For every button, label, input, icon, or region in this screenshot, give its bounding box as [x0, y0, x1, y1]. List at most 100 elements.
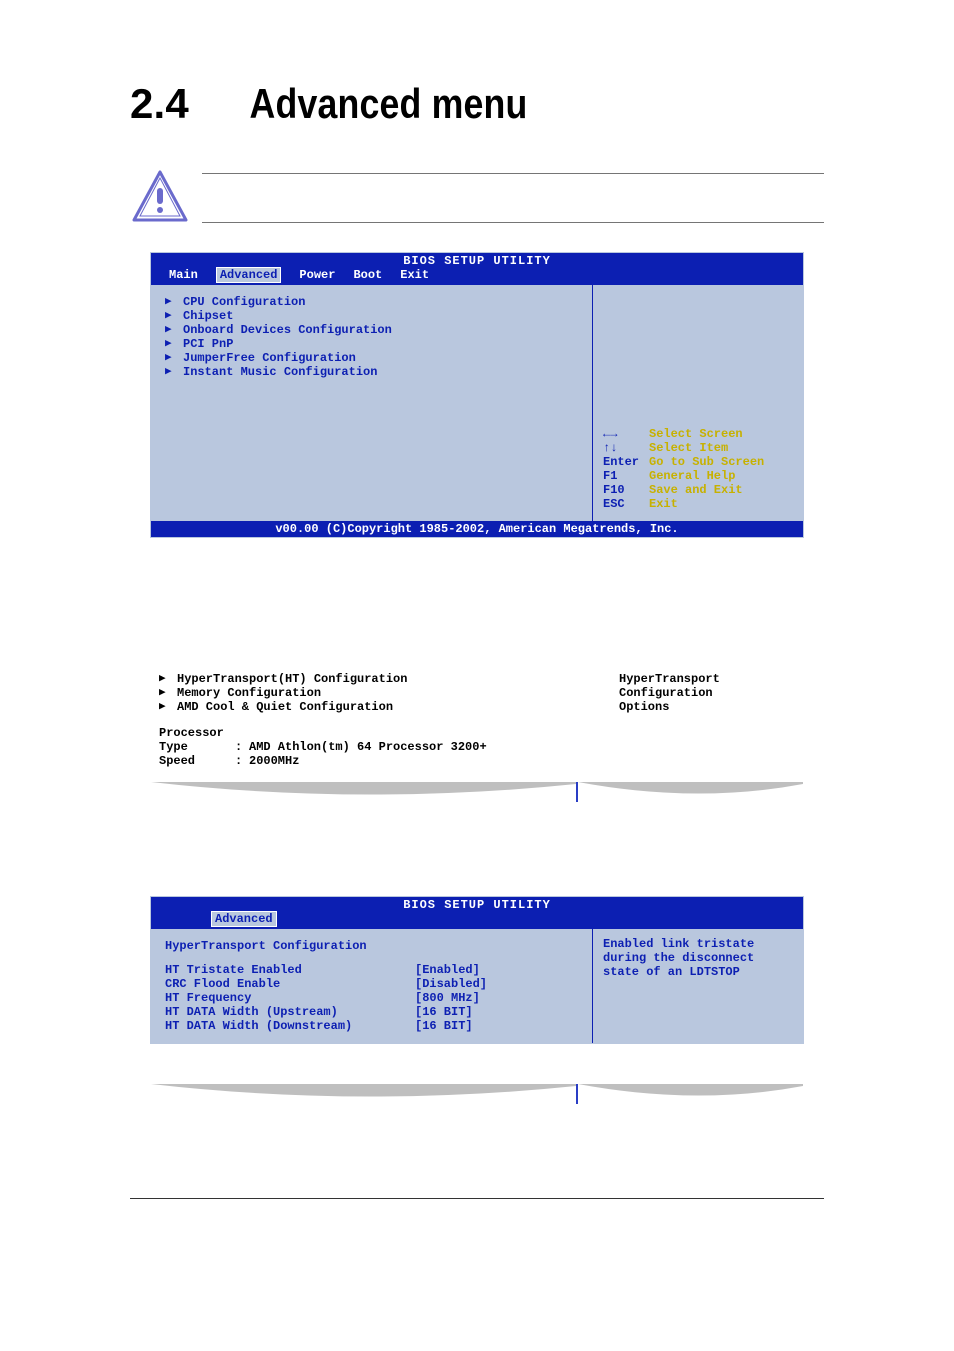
tab-advanced[interactable]: Advanced	[211, 911, 277, 927]
setting-value: [Enabled]	[415, 963, 480, 977]
bios-copyright: v00.00 (C)Copyright 1985-2002, American …	[151, 521, 803, 537]
processor-heading: Processor	[159, 726, 601, 740]
value: 2000MHz	[249, 754, 299, 768]
section-label: Advanced menu	[249, 80, 527, 128]
menu-item[interactable]: ▶ Onboard Devices Configuration	[165, 323, 592, 337]
tab-exit[interactable]: Exit	[400, 268, 429, 283]
help-line: during the disconnect	[603, 951, 793, 965]
menu-item[interactable]: ▶ PCI PnP	[165, 337, 592, 351]
panel-bottom-swoosh	[151, 1084, 803, 1108]
tab-power[interactable]: Power	[299, 268, 335, 283]
help-key: ←→	[603, 427, 649, 441]
help-row: EnterGo to Sub Screen	[603, 455, 793, 469]
colon: :	[235, 754, 249, 768]
help-action: Save and Exit	[649, 483, 743, 497]
help-line: HyperTransport	[619, 672, 799, 686]
setting-value: [Disabled]	[415, 977, 487, 991]
help-row: ↑↓Select Item	[603, 441, 793, 455]
setting-value: [800 MHz]	[415, 991, 480, 1005]
menu-item-label: Onboard Devices Configuration	[183, 323, 392, 337]
bios-content-pane: HyperTransport Configuration HT Tristate…	[151, 929, 593, 1043]
setting-row[interactable]: CRC Flood Enable [Disabled]	[165, 977, 592, 991]
processor-type-row: Type : AMD Athlon(tm) 64 Processor 3200+	[159, 740, 601, 754]
setting-row[interactable]: HT DATA Width (Upstream) [16 BIT]	[165, 1005, 592, 1019]
menu-item[interactable]: ▶ JumperFree Configuration	[165, 351, 592, 365]
help-line: Options	[619, 700, 799, 714]
bios-menubar: Advanced	[151, 912, 803, 929]
submenu-arrow-icon: ▶	[165, 365, 183, 379]
label: Speed	[159, 754, 235, 768]
page: 2.4 Advanced menu BIOS SETUP UTILITY Mai…	[0, 0, 954, 1267]
menu-item[interactable]: ▶ AMD Cool & Quiet Configuration	[159, 700, 601, 714]
help-row: F10Save and Exit	[603, 483, 793, 497]
menu-item-label: Memory Configuration	[177, 686, 321, 700]
tab-advanced[interactable]: Advanced	[216, 267, 282, 283]
panel-left: ▶ HyperTransport(HT) Configuration ▶ Mem…	[151, 668, 609, 772]
help-action: Go to Sub Screen	[649, 455, 764, 469]
setting-row[interactable]: HT Tristate Enabled [Enabled]	[165, 963, 592, 977]
setting-row[interactable]: HT DATA Width (Downstream) [16 BIT]	[165, 1019, 592, 1033]
setting-name: HT Frequency	[165, 991, 415, 1005]
submenu-arrow-icon: ▶	[165, 351, 183, 365]
caution-block	[130, 168, 824, 228]
help-action: Exit	[649, 497, 678, 511]
label: Type	[159, 740, 235, 754]
colon: :	[235, 740, 249, 754]
help-line: Enabled link tristate	[603, 937, 793, 951]
panel-help: HyperTransport Configuration Options	[609, 668, 803, 772]
section-header: HyperTransport Configuration	[165, 939, 592, 953]
menu-item[interactable]: ▶ Instant Music Configuration	[165, 365, 592, 379]
menu-item[interactable]: ▶ Memory Configuration	[159, 686, 601, 700]
submenu-arrow-icon: ▶	[165, 337, 183, 351]
bios-title: BIOS SETUP UTILITY	[151, 253, 803, 268]
help-row: ESCExit	[603, 497, 793, 511]
bios-menubar: Main Advanced Power Boot Exit	[151, 268, 803, 285]
help-action: Select Item	[649, 441, 728, 455]
menu-item[interactable]: ▶ HyperTransport(HT) Configuration	[159, 672, 601, 686]
menu-item-label: AMD Cool & Quiet Configuration	[177, 700, 393, 714]
submenu-arrow-icon: ▶	[159, 700, 177, 714]
setting-name: CRC Flood Enable	[165, 977, 415, 991]
caution-rules	[202, 173, 824, 223]
help-key: F10	[603, 483, 649, 497]
help-line: Configuration	[619, 686, 799, 700]
submenu-arrow-icon: ▶	[159, 672, 177, 686]
processor-speed-row: Speed : 2000MHz	[159, 754, 601, 768]
help-key: F1	[603, 469, 649, 483]
setting-value: [16 BIT]	[415, 1005, 473, 1019]
help-action: General Help	[649, 469, 735, 483]
help-line: state of an LDTSTOP	[603, 965, 793, 979]
submenu-arrow-icon: ▶	[165, 295, 183, 309]
page-title: 2.4 Advanced menu	[130, 80, 824, 128]
menu-item[interactable]: ▶ Chipset	[165, 309, 592, 323]
menu-item-label: HyperTransport(HT) Configuration	[177, 672, 407, 686]
help-key: ↑↓	[603, 441, 649, 455]
tab-boot[interactable]: Boot	[353, 268, 382, 283]
footer-rule	[130, 1198, 824, 1199]
setting-name: HT DATA Width (Downstream)	[165, 1019, 415, 1033]
setting-row[interactable]: HT Frequency [800 MHz]	[165, 991, 592, 1005]
submenu-arrow-icon: ▶	[165, 323, 183, 337]
bios-body: HyperTransport Configuration HT Tristate…	[151, 929, 803, 1043]
caution-icon	[130, 168, 190, 228]
value: AMD Athlon(tm) 64 Processor 3200+	[249, 740, 487, 754]
setting-value: [16 BIT]	[415, 1019, 473, 1033]
menu-item-label: JumperFree Configuration	[183, 351, 356, 365]
tab-main[interactable]: Main	[169, 268, 198, 283]
help-action: Select Screen	[649, 427, 743, 441]
menu-item-label: Instant Music Configuration	[183, 365, 377, 379]
bios-help-pane: Enabled link tristate during the disconn…	[593, 929, 803, 1043]
menu-item[interactable]: ▶ CPU Configuration	[165, 295, 592, 309]
help-key: ESC	[603, 497, 649, 511]
setting-name: HT Tristate Enabled	[165, 963, 415, 977]
bios-help-pane: ←→Select Screen ↑↓Select Item EnterGo to…	[593, 285, 803, 521]
submenu-arrow-icon: ▶	[159, 686, 177, 700]
bios-content-pane: ▶ CPU Configuration ▶ Chipset ▶ Onboard …	[151, 285, 593, 521]
help-row: ←→Select Screen	[603, 427, 793, 441]
bios-ht-config: BIOS SETUP UTILITY Advanced HyperTranspo…	[150, 896, 804, 1044]
bios-title: BIOS SETUP UTILITY	[151, 897, 803, 912]
help-key: Enter	[603, 455, 649, 469]
menu-item-label: Chipset	[183, 309, 233, 323]
help-row: F1General Help	[603, 469, 793, 483]
bios-body: ▶ CPU Configuration ▶ Chipset ▶ Onboard …	[151, 285, 803, 521]
